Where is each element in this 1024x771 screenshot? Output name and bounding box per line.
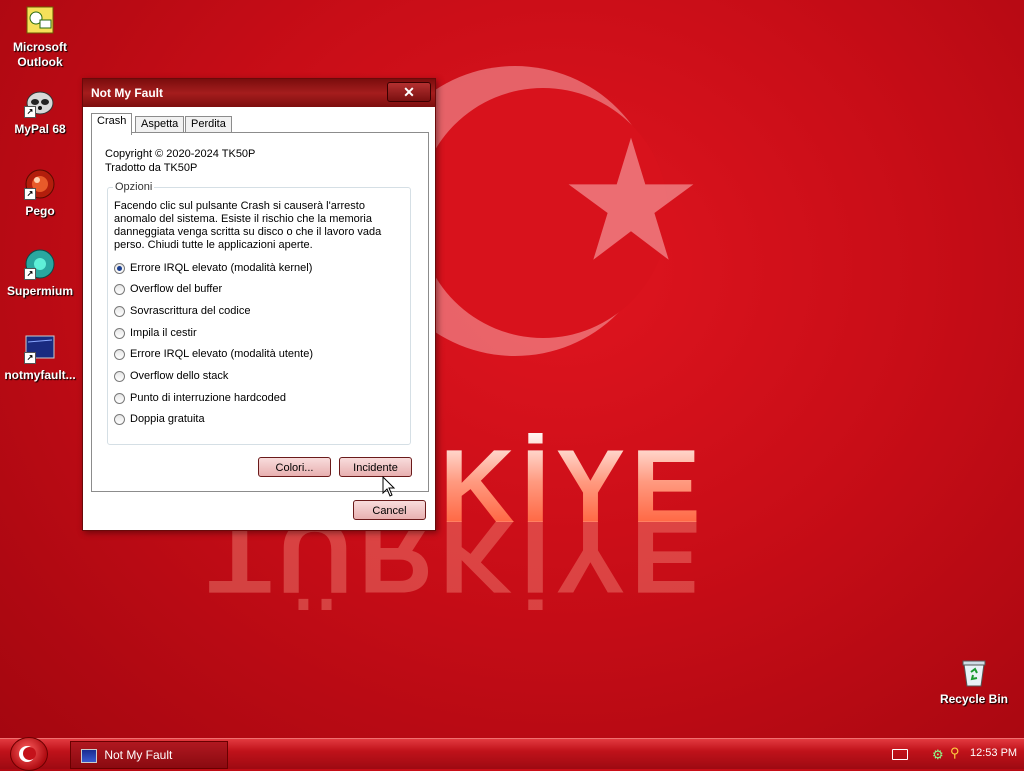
radio-button-checked[interactable]: [114, 262, 125, 274]
radio-high-irql-user[interactable]: Errore IRQL elevato (modalità utente): [114, 346, 313, 362]
desktop-icon-notmyfault[interactable]: ↗ notmyfault...: [0, 332, 80, 383]
radio-high-irql-kernel[interactable]: Errore IRQL elevato (modalità kernel): [114, 260, 312, 276]
options-group: Opzioni Facendo clic sul pulsante Crash …: [107, 181, 411, 445]
radio-hardcoded-breakpoint[interactable]: Punto di interruzione hardcoded: [114, 390, 286, 406]
desktop-icon-mypal[interactable]: ↗ MyPal 68: [0, 86, 80, 137]
radio-button[interactable]: [114, 348, 125, 360]
crash-button[interactable]: Incidente: [339, 457, 412, 477]
copyright-block: Copyright © 2020-2024 TK50P Tradotto da …: [105, 147, 255, 175]
radio-button[interactable]: [114, 392, 125, 404]
radio-button[interactable]: [114, 370, 125, 382]
desktop-icon-label: Microsoft Outlook: [13, 40, 67, 69]
window-titlebar[interactable]: Not My Fault ✕: [83, 79, 435, 107]
desktop-icon-label: Recycle Bin: [939, 692, 1009, 706]
desktop-icon-label: notmyfault...: [4, 368, 76, 382]
taskbar-item-label: Not My Fault: [104, 748, 173, 762]
colors-button[interactable]: Colori...: [258, 457, 331, 477]
copyright-text: Copyright © 2020-2024 TK50P: [105, 148, 256, 160]
shortcut-arrow-icon: ↗: [24, 352, 36, 364]
shortcut-arrow-icon: ↗: [24, 268, 36, 280]
clock[interactable]: 12:53 PM: [970, 747, 1017, 759]
desktop-icon-supermium[interactable]: ↗ Supermium: [0, 248, 80, 299]
options-legend: Opzioni: [113, 181, 155, 193]
radio-label: Doppia gratuita: [130, 413, 205, 425]
radio-label: Punto di interruzione hardcoded: [130, 392, 286, 404]
notmyfault-window: Not My Fault ✕ Crash Aspetta Perdita Cop…: [82, 78, 436, 531]
close-icon: ✕: [403, 84, 415, 100]
shortcut-arrow-icon: ↗: [24, 106, 36, 118]
wallpaper-star: [568, 137, 694, 260]
radio-code-overwrite[interactable]: Sovrascrittura del codice: [114, 303, 250, 319]
keyboard-icon[interactable]: [892, 749, 908, 760]
radio-label: Errore IRQL elevato (modalità kernel): [130, 262, 313, 274]
desktop-icon-outlook[interactable]: Microsoft Outlook: [0, 4, 80, 70]
translator-text: Tradotto da TK50P: [105, 162, 198, 174]
radio-button[interactable]: [114, 283, 125, 295]
notmyfault-icon: ↗: [24, 332, 56, 364]
crash-tab-panel: Copyright © 2020-2024 TK50P Tradotto da …: [91, 132, 429, 492]
start-button[interactable]: [10, 737, 48, 771]
mypal-raccoon-icon: ↗: [24, 86, 56, 118]
radio-label: Impila il cestir: [130, 327, 197, 339]
window-title: Not My Fault: [91, 86, 163, 100]
supermium-icon: ↗: [24, 248, 56, 280]
radio-stack-trash[interactable]: Impila il cestir: [114, 325, 197, 341]
taskbar-item-notmyfault[interactable]: Not My Fault: [70, 741, 228, 769]
desktop-icon-pego[interactable]: ↗ Pego: [0, 168, 80, 219]
radio-button[interactable]: [114, 413, 125, 425]
taskbar: Not My Fault ⚙ ⚲ 12:53 PM: [0, 737, 1024, 771]
tab-crash[interactable]: Crash: [91, 113, 133, 135]
search-icon[interactable]: ⚲: [950, 745, 960, 761]
radio-label: Overflow del buffer: [130, 283, 223, 295]
radio-stack-overflow[interactable]: Overflow dello stack: [114, 368, 228, 384]
desktop-icon-label: Supermium: [6, 284, 73, 298]
radio-label: Errore IRQL elevato (modalità utente): [130, 348, 314, 360]
cancel-button[interactable]: Cancel: [353, 500, 426, 520]
close-button[interactable]: ✕: [387, 82, 431, 102]
network-icon[interactable]: ⚙: [932, 747, 944, 763]
radio-button[interactable]: [114, 305, 125, 317]
system-tray: ⚙ ⚲ 12:53 PM: [882, 741, 1024, 767]
pego-icon: ↗: [24, 168, 56, 200]
mouse-cursor-icon: [382, 476, 396, 497]
options-description: Facendo clic sul pulsante Crash si cause…: [114, 200, 382, 251]
desktop-icon-label: Pego: [25, 204, 55, 218]
notmyfault-icon: [81, 748, 97, 763]
desktop-icon-label: MyPal 68: [14, 122, 66, 136]
shortcut-arrow-icon: ↗: [24, 188, 36, 200]
radio-buffer-overflow[interactable]: Overflow del buffer: [114, 281, 222, 297]
radio-double-free[interactable]: Doppia gratuita: [114, 411, 205, 427]
recycle-bin-icon: [958, 656, 990, 688]
radio-label: Sovrascrittura del codice: [130, 305, 251, 317]
desktop-icon-recycle-bin[interactable]: Recycle Bin: [934, 656, 1014, 706]
outlook-icon: [24, 4, 56, 36]
radio-button[interactable]: [114, 327, 125, 339]
radio-label: Overflow dello stack: [130, 370, 229, 382]
